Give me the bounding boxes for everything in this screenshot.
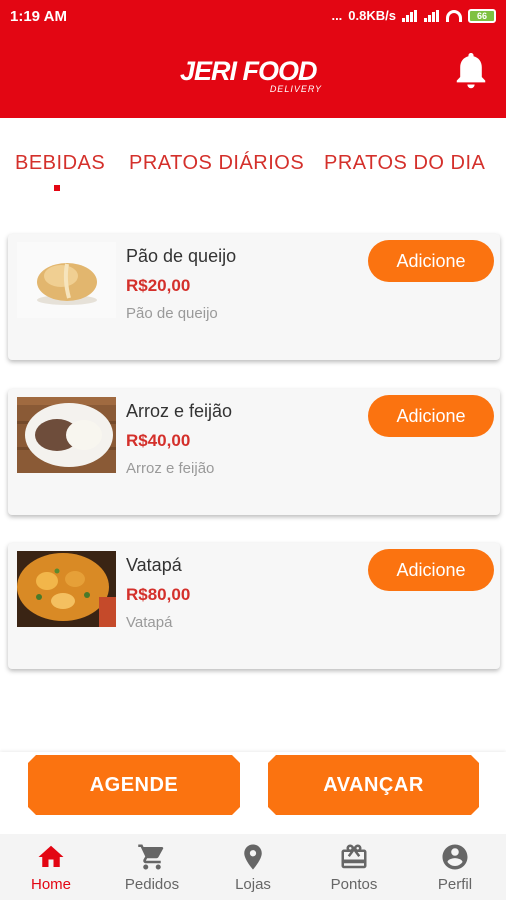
product-description: Arroz e feijão bbox=[126, 460, 215, 477]
nav-pedidos[interactable]: Pedidos bbox=[107, 842, 197, 893]
product-description: Vatapá bbox=[126, 614, 173, 631]
location-pin-icon bbox=[244, 844, 262, 870]
home-icon bbox=[38, 845, 64, 867]
nav-label-home: Home bbox=[30, 876, 71, 893]
add-button[interactable]: Adicione bbox=[368, 395, 494, 437]
tab-pratos-do-dia[interactable]: PRATOS DO DIA bbox=[324, 152, 485, 175]
product-price: R$40,00 bbox=[126, 431, 191, 450]
gift-icon bbox=[341, 844, 367, 869]
status-indicators: ... 0.8KB/s 66 bbox=[331, 8, 496, 23]
status-bar: 1:19 AM ... 0.8KB/s 66 bbox=[0, 0, 506, 34]
status-time: 1:19 AM bbox=[10, 8, 67, 25]
wifi-icon bbox=[446, 9, 462, 22]
product-image-vatapa bbox=[17, 551, 116, 627]
logo-title: JERI FOOD bbox=[180, 56, 318, 86]
add-button[interactable]: Adicione bbox=[368, 549, 494, 591]
product-name: Arroz e feijão bbox=[126, 401, 233, 421]
product-description: Pão de queijo bbox=[126, 305, 218, 322]
bottom-navigation: Home Pedidos Lojas Pontos Perfil bbox=[0, 834, 506, 900]
battery-icon: 66 bbox=[468, 8, 496, 23]
status-dots: ... bbox=[331, 8, 343, 23]
tab-pratos-diarios[interactable]: PRATOS DIÁRIOS bbox=[129, 152, 304, 175]
product-price: R$20,00 bbox=[126, 276, 191, 295]
tab-bebidas[interactable]: BEBIDAS bbox=[15, 152, 105, 175]
network-speed: 0.8KB/s bbox=[348, 8, 396, 23]
product-name: Vatapá bbox=[126, 555, 182, 575]
logo-subtitle: DELIVERY bbox=[269, 84, 322, 94]
product-name: Pão de queijo bbox=[126, 246, 237, 266]
nav-lojas[interactable]: Lojas bbox=[208, 842, 298, 893]
product-price: R$80,00 bbox=[126, 585, 191, 604]
product-image-pao-de-queijo bbox=[17, 242, 116, 318]
product-card: Arroz e feijão R$40,00 Arroz e feijão Ad… bbox=[8, 389, 500, 515]
signal-icon-2 bbox=[424, 9, 440, 22]
product-image-arroz-e-feijao bbox=[17, 397, 116, 473]
app-header: 1:19 AM ... 0.8KB/s 66 JERI FOOD DELIVER… bbox=[0, 0, 506, 118]
nav-label-pontos: Pontos bbox=[330, 876, 378, 893]
nav-label-lojas: Lojas bbox=[235, 876, 271, 893]
product-card: Vatapá R$80,00 Vatapá Adicione bbox=[8, 543, 500, 669]
nav-label-pedidos: Pedidos bbox=[124, 876, 180, 893]
action-bar: AGENDE AVANÇAR bbox=[0, 752, 506, 834]
nav-pontos[interactable]: Pontos bbox=[309, 842, 399, 893]
active-tab-indicator bbox=[54, 185, 60, 191]
app-logo: JERI FOOD DELIVERY bbox=[180, 56, 326, 98]
account-circle-icon bbox=[442, 844, 468, 870]
nav-home[interactable]: Home bbox=[6, 842, 96, 893]
nav-label-perfil: Perfil bbox=[437, 876, 473, 893]
signal-icon bbox=[402, 9, 418, 22]
schedule-button[interactable]: AGENDE bbox=[28, 755, 240, 815]
category-tabs: BEBIDAS PRATOS DIÁRIOS PRATOS DO DIA bbox=[0, 140, 506, 191]
bell-icon[interactable] bbox=[453, 50, 489, 92]
next-button[interactable]: AVANÇAR bbox=[268, 755, 479, 815]
add-button[interactable]: Adicione bbox=[368, 240, 494, 282]
nav-perfil[interactable]: Perfil bbox=[410, 842, 500, 893]
cart-icon bbox=[138, 844, 164, 870]
product-card: Pão de queijo R$20,00 Pão de queijo Adic… bbox=[8, 234, 500, 360]
